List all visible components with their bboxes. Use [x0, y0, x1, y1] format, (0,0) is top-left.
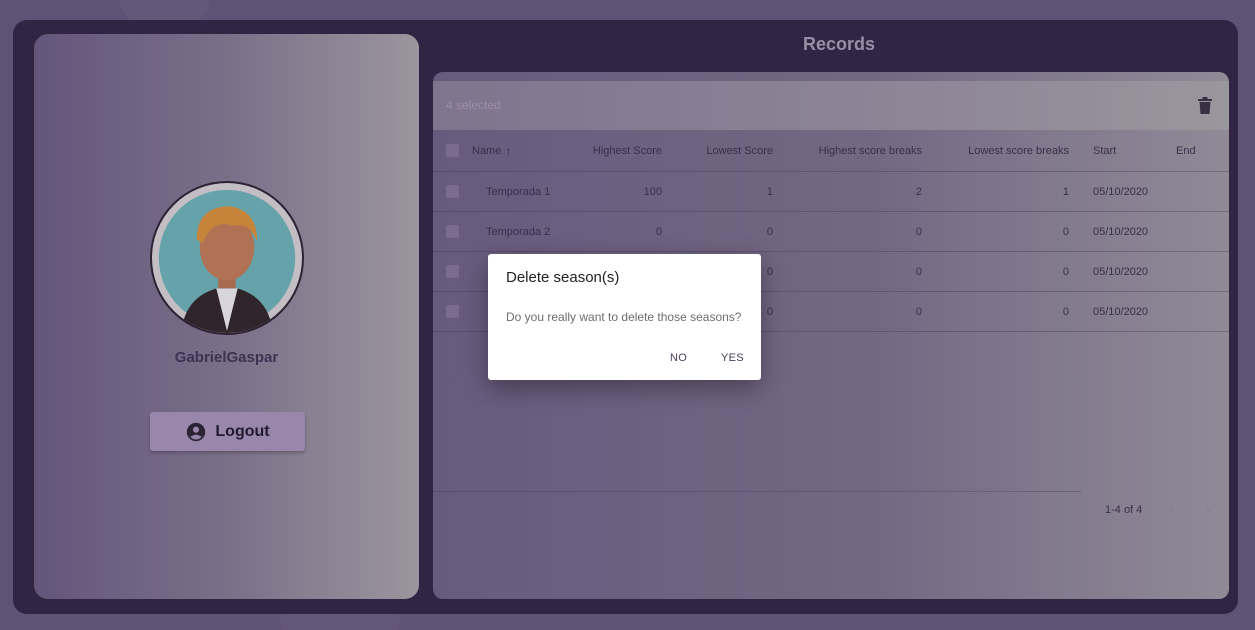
- no-button[interactable]: NO: [670, 352, 687, 364]
- dialog-message: Do you really want to delete those seaso…: [506, 310, 742, 324]
- delete-season-dialog: Delete season(s) Do you really want to d…: [488, 254, 761, 380]
- yes-button[interactable]: YES: [721, 352, 744, 364]
- dialog-title: Delete season(s): [506, 269, 620, 286]
